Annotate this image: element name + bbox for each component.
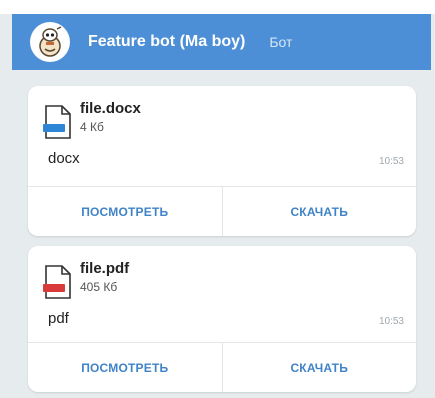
chat-header: Feature bot (Ma boy) Бот <box>12 14 431 70</box>
message-time: 10:53 <box>378 316 404 327</box>
file-size: 4 Кб <box>80 120 104 134</box>
message-time: 10:53 <box>378 156 404 167</box>
file-attachment[interactable]: file.docx 4 Кб <box>42 100 141 140</box>
download-button[interactable]: СКАЧАТЬ <box>221 343 417 392</box>
view-button[interactable]: ПОСМОТРЕТЬ <box>28 343 222 392</box>
bot-type-label: Бот <box>269 34 293 50</box>
view-button[interactable]: ПОСМОТРЕТЬ <box>28 187 222 236</box>
message-feed: file.docx 4 Кб docx 10:53 ПОСМОТРЕТЬ СКА… <box>12 70 431 398</box>
cartoon-bot-avatar-icon <box>39 26 62 57</box>
file-message-card: file.docx 4 Кб docx 10:53 ПОСМОТРЕТЬ СКА… <box>28 86 416 236</box>
bot-avatar[interactable] <box>30 22 70 62</box>
message-actions: ПОСМОТРЕТЬ СКАЧАТЬ <box>28 186 416 236</box>
file-size: 405 Кб <box>80 280 118 294</box>
file-attachment[interactable]: file.pdf 405 Кб <box>42 260 129 300</box>
docx-file-icon <box>43 105 71 139</box>
window-top-edge <box>0 0 435 14</box>
file-message-card: file.pdf 405 Кб pdf 10:53 ПОСМОТРЕТЬ СКА… <box>28 246 416 392</box>
pdf-file-icon <box>43 265 71 299</box>
file-name: file.docx <box>80 100 141 117</box>
message-actions: ПОСМОТРЕТЬ СКАЧАТЬ <box>28 342 416 392</box>
message-caption: pdf <box>48 310 69 327</box>
bot-name: Feature bot (Ma boy) <box>88 33 246 50</box>
message-caption: docx <box>48 150 80 167</box>
download-button[interactable]: СКАЧАТЬ <box>221 187 417 236</box>
file-name: file.pdf <box>80 260 130 277</box>
